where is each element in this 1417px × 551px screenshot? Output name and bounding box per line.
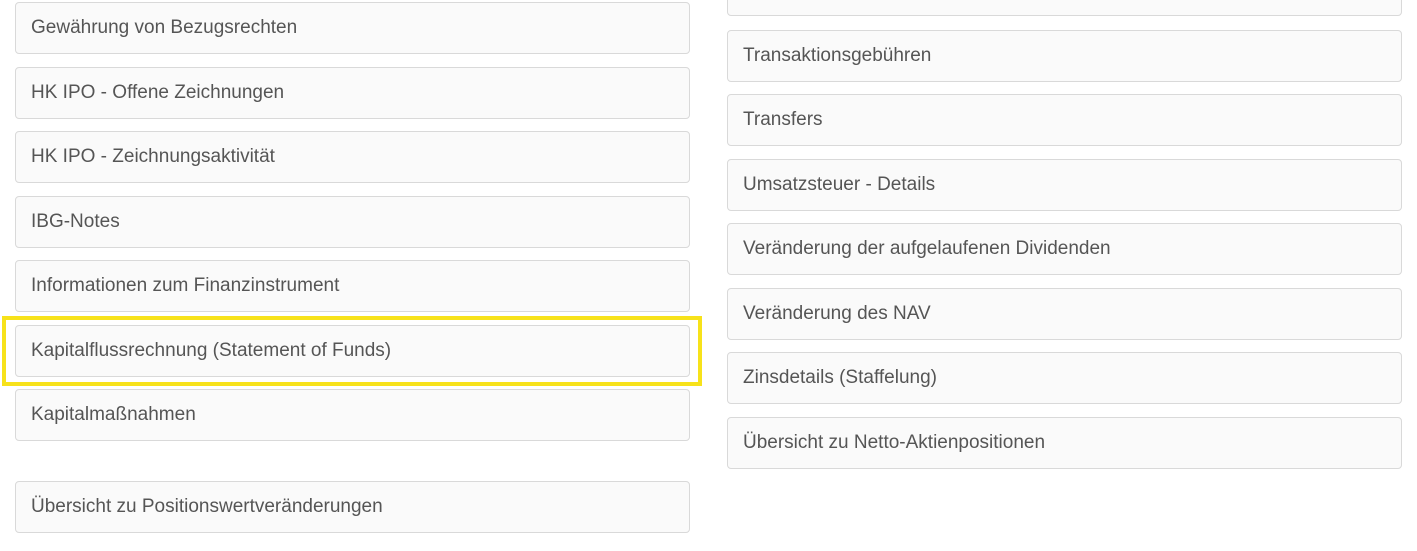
report-item-label: Übersicht zu Positionswertveränderungen bbox=[31, 496, 383, 517]
report-item-label: HK IPO - Offene Zeichnungen bbox=[31, 82, 285, 103]
report-item-nav[interactable]: Veränderung des NAV bbox=[727, 288, 1402, 340]
report-item-transfers[interactable]: Transfers bbox=[727, 94, 1402, 146]
report-item-zinsdetails[interactable]: Zinsdetails (Staffelung) bbox=[727, 352, 1402, 404]
report-item-label: Informationen zum Finanzinstrument bbox=[31, 275, 340, 296]
report-item-label: Zinsdetails (Staffelung) bbox=[743, 367, 937, 388]
report-item-label: Veränderung der aufgelaufenen Dividenden bbox=[743, 238, 1111, 259]
report-item-label: IBG-Notes bbox=[31, 211, 120, 232]
report-item-bezugsrechte[interactable]: Gewährung von Bezugsrechten bbox=[15, 2, 690, 54]
report-item-hk-ipo-zeichnungsaktivitaet[interactable]: HK IPO - Zeichnungsaktivität bbox=[15, 131, 690, 183]
report-item-positionswertveraenderungen[interactable]: Übersicht zu Positionswertveränderungen bbox=[15, 481, 690, 533]
report-item-kapitalflussrechnung[interactable]: Kapitalflussrechnung (Statement of Funds… bbox=[15, 325, 690, 377]
report-item-ibg-notes[interactable]: IBG-Notes bbox=[15, 196, 690, 248]
report-item-label: HK IPO - Zeichnungsaktivität bbox=[31, 146, 275, 167]
report-item-cut-off[interactable] bbox=[727, 0, 1402, 16]
report-item-label: Kapitalmaßnahmen bbox=[31, 404, 196, 425]
report-item-umsatzsteuer[interactable]: Umsatzsteuer - Details bbox=[727, 159, 1402, 211]
report-item-dividenden[interactable]: Veränderung der aufgelaufenen Dividenden bbox=[727, 223, 1402, 275]
report-item-label: Transaktionsgebühren bbox=[743, 45, 932, 66]
report-item-label: Transfers bbox=[743, 109, 823, 130]
report-item-hk-ipo-offene-zeichnungen[interactable]: HK IPO - Offene Zeichnungen bbox=[15, 67, 690, 119]
report-item-label: Umsatzsteuer - Details bbox=[743, 174, 936, 195]
report-item-transaktionsgebuehren[interactable]: Transaktionsgebühren bbox=[727, 30, 1402, 82]
report-item-label: Kapitalflussrechnung (Statement of Funds… bbox=[31, 340, 392, 361]
report-item-label: Gewährung von Bezugsrechten bbox=[31, 17, 298, 38]
report-item-label: Übersicht zu Netto-Aktienpositionen bbox=[743, 432, 1046, 453]
report-item-finanzinstrument[interactable]: Informationen zum Finanzinstrument bbox=[15, 260, 690, 312]
report-item-netto-aktienpositionen[interactable]: Übersicht zu Netto-Aktienpositionen bbox=[727, 417, 1402, 469]
report-item-label: Veränderung des NAV bbox=[743, 303, 931, 324]
report-item-kapitalmassnahmen[interactable]: Kapitalmaßnahmen bbox=[15, 389, 690, 441]
